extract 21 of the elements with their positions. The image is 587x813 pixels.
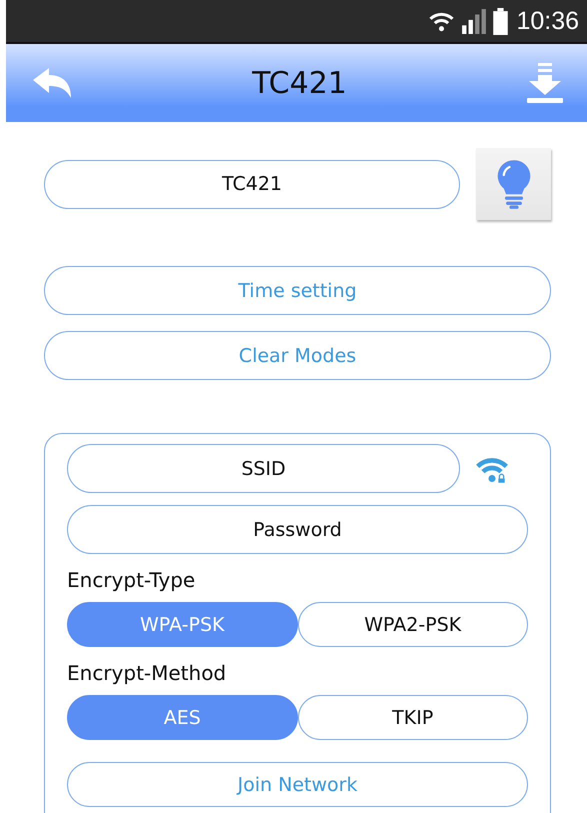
action-button[interactable]: Time setting (44, 266, 551, 315)
group-label: Encrypt-Type (67, 568, 196, 592)
wifi-signal-icon (428, 10, 456, 32)
join-network-button[interactable]: Join Network (67, 762, 528, 807)
back-icon[interactable] (32, 68, 74, 98)
light-bulb-icon (496, 159, 530, 209)
option-toggle[interactable]: WPA-PSK (67, 602, 298, 647)
action-button[interactable]: Clear Modes (44, 331, 551, 380)
password-field[interactable]: Password (67, 505, 528, 554)
screen-title: TC421 (252, 66, 347, 100)
group-label: Encrypt-Method (67, 661, 228, 685)
battery-icon (493, 8, 508, 34)
device-name-field[interactable]: TC421 (44, 160, 460, 208)
option-toggle[interactable]: TKIP (298, 695, 528, 740)
light-button[interactable] (476, 148, 551, 220)
clock-time: 10:36 (516, 6, 579, 36)
download-icon[interactable] (525, 63, 565, 103)
option-toggle[interactable]: WPA2-PSK (298, 602, 528, 647)
cell-signal-icon (461, 8, 488, 34)
ssid-field[interactable]: SSID (67, 444, 460, 493)
option-toggle[interactable]: AES (67, 695, 298, 740)
